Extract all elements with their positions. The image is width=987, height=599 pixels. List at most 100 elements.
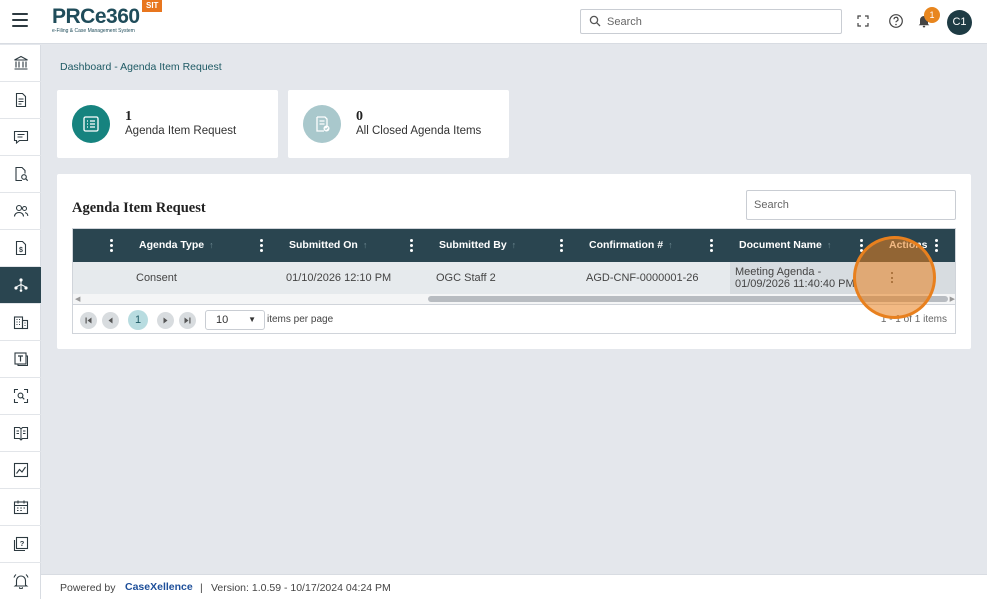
sidebar-item-templates[interactable] [0, 341, 41, 378]
stat-card-agenda-requests[interactable]: 1 Agenda Item Request [57, 90, 278, 158]
footer: Powered by CaseXellence | Version: 1.0.5… [41, 574, 987, 599]
sidebar-item-workflow[interactable] [0, 267, 41, 304]
column-menu-icon[interactable] [260, 239, 264, 252]
breadcrumb[interactable]: Dashboard - Agenda Item Request [60, 61, 222, 73]
global-search-input[interactable] [607, 13, 835, 30]
stat-label: Agenda Item Request [125, 125, 237, 137]
column-menu-icon[interactable] [560, 239, 564, 252]
document-check-icon [303, 105, 341, 143]
document-name-line: 01/09/2026 11:40:40 PM [735, 278, 855, 290]
column-header-submitted-by[interactable]: Submitted By ↑ [439, 229, 516, 262]
first-page-icon [85, 317, 92, 324]
building-icon [13, 316, 28, 330]
horizontal-scrollbar[interactable]: ◀ ▶ [73, 294, 955, 304]
pager-info: 1 - 1 of 1 items [880, 314, 947, 325]
column-header-document-name[interactable]: Document Name ↑ [739, 229, 831, 262]
global-search [580, 9, 842, 34]
column-header-confirmation[interactable]: Confirmation # ↑ [589, 229, 673, 262]
sidebar-item-document-search[interactable] [0, 156, 41, 193]
footer-separator: | [200, 582, 203, 594]
column-header-actions[interactable]: Actions [889, 229, 928, 262]
column-menu-icon[interactable] [710, 239, 714, 252]
template-icon [13, 352, 28, 366]
environment-badge: SIT [142, 0, 163, 12]
sidebar-item-scan[interactable] [0, 378, 41, 415]
document-search-icon [14, 166, 28, 182]
list-icon [72, 105, 110, 143]
page-size-label: items per page [267, 314, 334, 325]
sidebar-item-bank[interactable] [0, 45, 41, 82]
sidebar-item-documents[interactable] [0, 82, 41, 119]
sidebar-item-library[interactable] [0, 415, 41, 452]
column-menu-icon[interactable] [410, 239, 414, 252]
menu-icon[interactable] [12, 13, 28, 27]
scroll-left-icon[interactable]: ◀ [75, 295, 80, 303]
dollar-document-icon: $ [15, 240, 26, 256]
page-number-button[interactable]: 1 [128, 310, 148, 330]
next-page-button[interactable] [157, 312, 174, 329]
users-icon [13, 204, 28, 217]
column-header-label: Submitted On [289, 239, 358, 251]
stat-count: 1 [125, 109, 132, 124]
last-page-button[interactable] [179, 312, 196, 329]
sidebar-nav: $ ? [0, 45, 41, 599]
help-icon[interactable] [888, 13, 904, 29]
chat-icon [13, 130, 28, 145]
help-book-icon: ? [13, 536, 28, 552]
column-header-submitted-on[interactable]: Submitted On ↑ [289, 229, 367, 262]
logo-subtitle: e-Filing & Case Management System [52, 28, 135, 34]
logo-title: PRCe360 [52, 5, 140, 28]
column-header-agenda-type[interactable]: Agenda Type ↑ [139, 229, 214, 262]
column-header-label: Document Name [739, 239, 822, 251]
scroll-right-icon[interactable]: ▶ [950, 295, 955, 303]
grid-pager: 1 10 ▼ items per page 1 - 1 of 1 items [73, 304, 955, 333]
column-header-label: Confirmation # [589, 239, 664, 251]
cell-document-name[interactable]: Meeting Agenda - 01/09/2026 11:40:40 PM [730, 262, 879, 294]
sort-arrow-icon: ↑ [826, 240, 832, 250]
bank-icon [13, 55, 28, 70]
app-logo[interactable]: PRCe360 e-Filing & Case Management Syste… [52, 6, 142, 36]
cell-submitted-on: 01/10/2026 12:10 PM [286, 272, 392, 284]
sort-arrow-icon: ↑ [362, 240, 368, 250]
sidebar-item-billing[interactable]: $ [0, 230, 41, 267]
chart-icon [13, 462, 28, 478]
sidebar-item-reports[interactable] [0, 452, 41, 489]
row-actions-menu-icon[interactable] [891, 272, 895, 283]
previous-page-icon [108, 317, 113, 324]
calendar-icon [13, 500, 28, 515]
agenda-request-panel: Agenda Item Request Agenda Type ↑ Submitt… [57, 174, 971, 349]
previous-page-button[interactable] [102, 312, 119, 329]
stat-count: 0 [356, 109, 363, 124]
sidebar-item-messages[interactable] [0, 119, 41, 156]
sort-arrow-icon: ↑ [209, 240, 214, 250]
fullscreen-icon[interactable] [855, 13, 871, 29]
document-icon [15, 92, 26, 108]
sidebar-item-alerts[interactable] [0, 563, 41, 599]
user-avatar[interactable]: C1 [947, 10, 972, 35]
scrollbar-thumb[interactable] [428, 296, 948, 302]
sort-arrow-icon: ↑ [668, 240, 673, 250]
sidebar-item-help-guides[interactable]: ? [0, 526, 41, 563]
column-menu-icon[interactable] [935, 239, 939, 252]
workflow-icon [13, 278, 28, 292]
first-page-button[interactable] [80, 312, 97, 329]
stat-card-closed-agenda-items[interactable]: 0 All Closed Agenda Items [288, 90, 509, 158]
sidebar-item-organizations[interactable] [0, 304, 41, 341]
brand-logo: CaseXellence [125, 581, 193, 593]
column-menu-icon[interactable] [110, 239, 114, 252]
column-header-label: Agenda Type [139, 239, 205, 251]
sidebar-item-calendar[interactable] [0, 489, 41, 526]
grid-search-input[interactable] [746, 190, 956, 220]
table-row[interactable]: Consent 01/10/2026 12:10 PM OGC Staff 2 … [73, 262, 955, 294]
svg-text:$: $ [19, 247, 23, 254]
cell-submitted-by: OGC Staff 2 [436, 272, 496, 284]
version-text: Version: 1.0.59 - 10/17/2024 04:24 PM [211, 582, 391, 594]
page-size-select[interactable]: 10 ▼ [205, 310, 265, 330]
document-name-line: Meeting Agenda - [735, 266, 822, 278]
panel-title: Agenda Item Request [72, 200, 206, 216]
stat-label: All Closed Agenda Items [356, 125, 482, 137]
notification-count-badge[interactable]: 1 [924, 7, 940, 23]
sidebar-item-users[interactable] [0, 193, 41, 230]
column-menu-icon[interactable] [860, 239, 864, 252]
book-icon [13, 426, 28, 441]
